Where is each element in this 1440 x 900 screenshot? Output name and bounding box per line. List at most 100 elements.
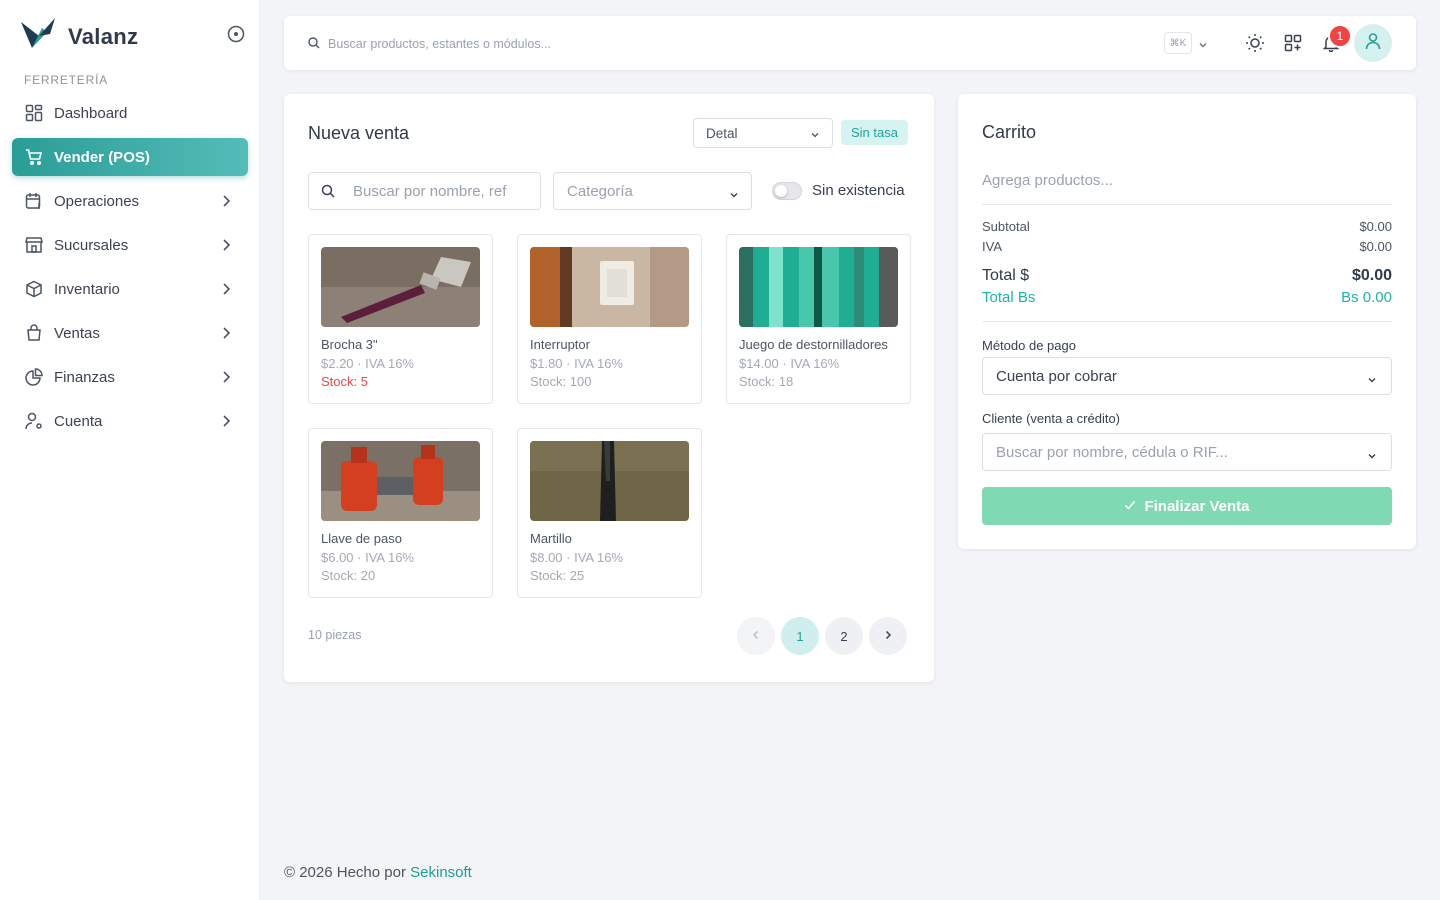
footer-link[interactable]: Sekinsoft xyxy=(410,864,472,881)
product-name: Llave de paso xyxy=(321,531,402,546)
footer-text: © 2026 Hecho por xyxy=(284,864,406,881)
shopping-bag-icon xyxy=(24,323,44,343)
cart-empty-text: Agrega productos... xyxy=(982,172,1113,189)
finalize-sale-button[interactable]: Finalizar Venta xyxy=(982,487,1392,525)
sidebar-item-label: Finanzas xyxy=(54,368,115,386)
page-title: Nueva venta xyxy=(308,123,410,143)
product-search-input[interactable]: Buscar por nombre, ref xyxy=(308,172,541,210)
product-name: Brocha 3" xyxy=(321,337,378,352)
product-card[interactable]: Martillo $8.00 · IVA 16% Stock: 25 xyxy=(517,428,702,598)
sidebar-item-finanzas[interactable]: Finanzas xyxy=(12,358,248,396)
chevron-down-icon xyxy=(810,128,820,143)
section-label: FERRETERÍA xyxy=(24,73,109,87)
chevron-right-icon xyxy=(882,629,894,644)
grid-icon xyxy=(24,103,44,123)
total-bs-label: Total Bs xyxy=(982,289,1036,306)
chevron-left-icon xyxy=(750,629,762,644)
prev-page-button[interactable] xyxy=(737,617,775,655)
brand[interactable]: Valanz xyxy=(20,18,138,55)
chevron-down-icon[interactable] xyxy=(1198,37,1208,55)
page-button[interactable]: 2 xyxy=(825,617,863,655)
price-type-value: Detal xyxy=(706,125,738,141)
out-of-stock-toggle[interactable] xyxy=(772,182,802,200)
product-stock: Stock: 5 xyxy=(321,374,368,389)
sidebar-item-label: Inventario xyxy=(54,280,120,298)
sidebar-item-operaciones[interactable]: Operaciones xyxy=(12,182,248,220)
sidebar-item-label: Ventas xyxy=(54,324,100,342)
chevron-right-icon xyxy=(218,193,234,209)
pieces-count: 10 piezas xyxy=(308,628,362,642)
logo-icon xyxy=(20,18,56,55)
brand-name: Valanz xyxy=(68,23,139,49)
payment-method-label: Método de pago xyxy=(982,338,1076,353)
new-sale-card: Nueva venta Detal Sin tasa Buscar por no… xyxy=(284,94,934,682)
chevron-right-icon xyxy=(218,237,234,253)
product-image xyxy=(321,441,480,521)
product-stock: Stock: 25 xyxy=(530,568,585,583)
search-icon xyxy=(308,36,320,54)
next-page-button[interactable] xyxy=(869,617,907,655)
product-card[interactable]: Brocha 3" $2.20 · IVA 16% Stock: 5 xyxy=(308,234,493,404)
product-stock: Stock: 18 xyxy=(739,374,794,389)
sidebar-item-label: Dashboard xyxy=(54,104,128,122)
avatar[interactable] xyxy=(1354,24,1392,62)
sidebar-item-label: Vender (POS) xyxy=(54,148,150,166)
cart-title: Carrito xyxy=(982,122,1037,142)
sidebar-item-inventario[interactable]: Inventario xyxy=(12,270,248,308)
page-button[interactable]: 1 xyxy=(781,617,819,655)
user-settings-icon xyxy=(24,411,44,431)
footer: © 2026 Hecho por Sekinsoft xyxy=(284,864,472,881)
product-price: $2.20 · IVA 16% xyxy=(321,356,414,371)
sun-icon[interactable] xyxy=(1244,32,1266,54)
sidebar-item-cuenta[interactable]: Cuenta xyxy=(12,402,248,440)
price-type-select[interactable]: Detal xyxy=(693,118,833,148)
sidebar-item-dashboard[interactable]: Dashboard xyxy=(12,94,248,132)
product-image xyxy=(739,247,898,327)
chevron-down-icon xyxy=(1367,448,1377,466)
search-icon xyxy=(321,184,335,203)
product-image xyxy=(530,247,689,327)
category-select[interactable]: Categoría xyxy=(553,172,752,210)
product-name: Juego de destornilladores xyxy=(739,337,888,352)
product-card[interactable]: Juego de destornilladores $14.00 · IVA 1… xyxy=(726,234,911,404)
product-image xyxy=(530,441,689,521)
collapse-sidebar-icon[interactable] xyxy=(226,24,246,44)
total-label: Total $ xyxy=(982,267,1030,284)
product-price: $6.00 · IVA 16% xyxy=(321,550,414,565)
sidebar-item-sucursales[interactable]: Sucursales xyxy=(12,226,248,264)
divider xyxy=(982,321,1392,322)
calendar-dollar-icon xyxy=(24,191,44,211)
apps-icon[interactable] xyxy=(1282,32,1304,54)
product-price: $8.00 · IVA 16% xyxy=(530,550,623,565)
chevron-right-icon xyxy=(218,413,234,429)
subtotal-value: $0.00 xyxy=(1359,219,1392,234)
check-icon xyxy=(1124,498,1136,515)
finalize-label: Finalizar Venta xyxy=(1144,497,1250,515)
box-icon xyxy=(24,279,44,299)
sidebar-item-label: Sucursales xyxy=(54,236,129,254)
sidebar-item-label: Operaciones xyxy=(54,192,140,210)
notification-badge: 1 xyxy=(1328,24,1352,48)
chevron-down-icon xyxy=(729,187,739,205)
iva-value: $0.00 xyxy=(1359,239,1392,254)
product-card[interactable]: Llave de paso $6.00 · IVA 16% Stock: 20 xyxy=(308,428,493,598)
cart-card: Carrito Agrega productos... Subtotal $0.… xyxy=(958,94,1416,549)
subtotal-label: Subtotal xyxy=(982,219,1030,234)
payment-method-select[interactable]: Cuenta por cobrar xyxy=(982,357,1392,395)
iva-label: IVA xyxy=(982,239,1002,254)
total-row: Total $ $0.00 xyxy=(982,267,1392,285)
category-placeholder: Categoría xyxy=(567,183,633,200)
total-bs-row: Total Bs Bs 0.00 xyxy=(982,289,1392,306)
global-search-input[interactable]: Buscar productos, estantes o módulos... xyxy=(328,37,551,51)
product-card[interactable]: Interruptor $1.80 · IVA 16% Stock: 100 xyxy=(517,234,702,404)
chevron-right-icon xyxy=(218,369,234,385)
sidebar-item-ventas[interactable]: Ventas xyxy=(12,314,248,352)
user-icon xyxy=(1363,31,1383,56)
product-price: $14.00 · IVA 16% xyxy=(739,356,840,371)
toggle-knob xyxy=(775,185,787,197)
sidebar-item-pos[interactable]: Vender (POS) xyxy=(12,138,248,176)
total-bs-value: Bs 0.00 xyxy=(1341,289,1392,306)
sidebar-nav: Dashboard Vender (POS) Operaciones Sucur… xyxy=(12,94,248,446)
chevron-right-icon xyxy=(218,281,234,297)
client-search-select[interactable]: Buscar por nombre, cédula o RIF... xyxy=(982,433,1392,471)
